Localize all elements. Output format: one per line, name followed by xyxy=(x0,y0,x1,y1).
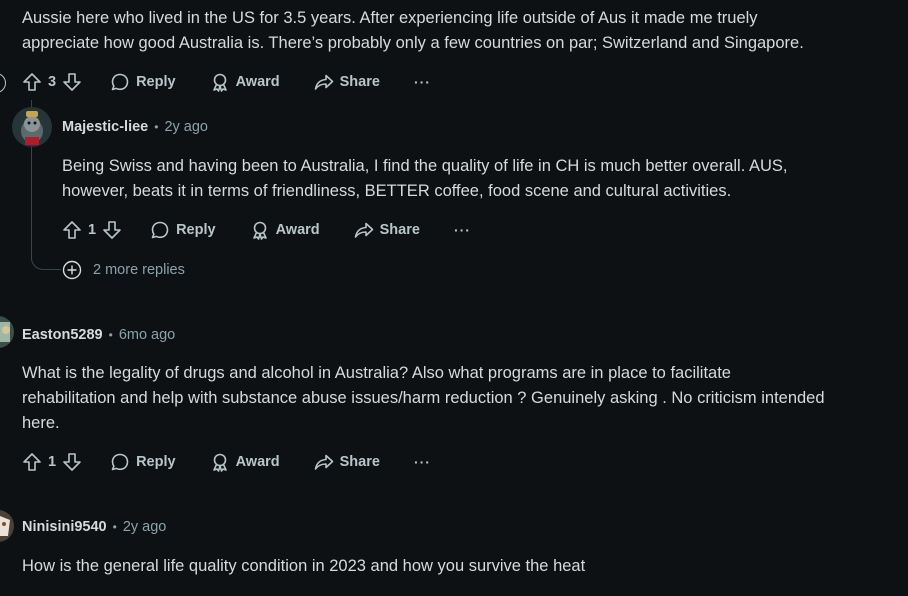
comment-body: What is the legality of drugs and alcoho… xyxy=(22,361,902,436)
upvote-button[interactable] xyxy=(22,452,42,472)
award-button[interactable]: Award xyxy=(210,452,280,472)
overflow-icon: ··· xyxy=(413,74,431,90)
timestamp[interactable]: 2y ago xyxy=(123,519,167,535)
share-button[interactable]: Share xyxy=(314,452,380,472)
downvote-button[interactable] xyxy=(62,72,82,92)
share-button[interactable]: Share xyxy=(354,220,420,240)
overflow-icon: ··· xyxy=(453,222,471,238)
comment-body-line: What is the legality of drugs and alcoho… xyxy=(22,364,731,382)
more-replies-label: 2 more replies xyxy=(93,262,185,278)
separator-dot: • xyxy=(112,520,117,534)
share-icon xyxy=(314,454,333,470)
downvote-icon xyxy=(63,453,81,471)
upvote-icon xyxy=(63,221,81,239)
overflow-icon: ··· xyxy=(413,454,431,470)
share-button[interactable]: Share xyxy=(314,72,380,92)
upvote-button[interactable] xyxy=(22,72,42,92)
comment-actions: 1 Reply Award Share ··· xyxy=(22,450,431,474)
upvote-icon xyxy=(23,453,41,471)
reply-icon xyxy=(111,73,129,91)
award-button[interactable]: Award xyxy=(250,220,320,240)
reply-icon xyxy=(151,221,169,239)
reply-button[interactable]: Reply xyxy=(110,72,176,92)
username[interactable]: Majestic-liee xyxy=(62,119,148,135)
comment-body: Aussie here who lived in the US for 3.5 … xyxy=(22,6,902,56)
overflow-menu-button[interactable]: ··· xyxy=(454,222,471,238)
comment-header: Ninisini9540 • 2y ago xyxy=(22,518,166,536)
comment-actions: 1 Reply Award Share ··· xyxy=(62,218,471,242)
comment-body-line: How is the general life quality conditio… xyxy=(22,557,586,575)
username[interactable]: Easton5289 xyxy=(22,327,103,343)
comment-body-line: Being Swiss and having been to Australia… xyxy=(62,157,788,175)
vote-count: 3 xyxy=(48,74,57,90)
separator-dot: • xyxy=(154,120,159,134)
award-button[interactable]: Award xyxy=(210,72,280,92)
avatar[interactable] xyxy=(0,316,14,348)
timestamp[interactable]: 2y ago xyxy=(164,119,208,135)
reply-button[interactable]: Reply xyxy=(150,220,216,240)
downvote-icon xyxy=(63,73,81,91)
separator-dot: • xyxy=(108,328,113,342)
award-icon xyxy=(252,221,267,240)
comment-body: Being Swiss and having been to Australia… xyxy=(62,154,902,204)
more-replies-button[interactable]: 2 more replies xyxy=(62,259,185,281)
reply-icon xyxy=(111,453,129,471)
comment-body: How is the general life quality conditio… xyxy=(22,554,902,579)
comment-header: Easton5289 • 6mo ago xyxy=(22,326,175,344)
comment-header: Majestic-liee • 2y ago xyxy=(62,118,208,136)
upvote-icon xyxy=(23,73,41,91)
downvote-button[interactable] xyxy=(102,220,122,240)
thread-line-curve xyxy=(31,250,61,270)
collapse-button[interactable] xyxy=(0,73,6,93)
downvote-button[interactable] xyxy=(62,452,82,472)
award-icon xyxy=(212,73,227,92)
share-icon xyxy=(314,74,333,90)
downvote-icon xyxy=(103,221,121,239)
share-icon xyxy=(354,222,373,238)
comment-body-line: here. xyxy=(22,414,60,432)
vote-count: 1 xyxy=(88,222,97,238)
avatar[interactable] xyxy=(0,510,14,542)
upvote-button[interactable] xyxy=(62,220,82,240)
award-icon xyxy=(212,453,227,472)
overflow-menu-button[interactable]: ··· xyxy=(414,454,431,470)
expand-icon xyxy=(62,260,82,280)
comment-body-line: Aussie here who lived in the US for 3.5 … xyxy=(22,9,758,27)
overflow-menu-button[interactable]: ··· xyxy=(414,74,431,90)
comment-body-line: rehabilitation and help with substance a… xyxy=(22,389,825,407)
avatar[interactable] xyxy=(12,107,52,147)
username[interactable]: Ninisini9540 xyxy=(22,519,107,535)
timestamp[interactable]: 6mo ago xyxy=(119,327,175,343)
vote-count: 1 xyxy=(48,454,57,470)
reply-button[interactable]: Reply xyxy=(110,452,176,472)
comment-body-line: appreciate how good Australia is. There’… xyxy=(22,34,804,52)
comment-actions: 3 Reply Award Share ··· xyxy=(22,70,431,94)
comment-body-line: however, beats it in terms of friendline… xyxy=(62,182,732,200)
